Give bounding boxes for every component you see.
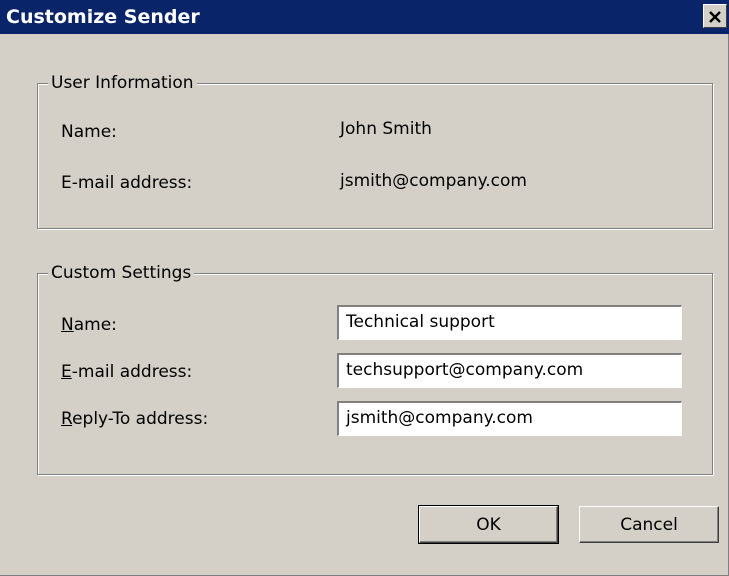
- ok-button[interactable]: OK: [418, 505, 559, 544]
- title-bar[interactable]: Customize Sender: [0, 0, 729, 34]
- custom-name-field[interactable]: Technical support: [337, 305, 682, 340]
- custom-email-mnemonic: E: [61, 362, 72, 382]
- user-name-value: John Smith: [340, 119, 432, 139]
- reply-to-label-rest: eply-To address:: [72, 409, 209, 429]
- user-information-legend: User Information: [48, 72, 197, 94]
- custom-settings-legend: Custom Settings: [48, 262, 195, 284]
- user-name-label: Name:: [61, 122, 117, 142]
- custom-name-label-rest: ame:: [73, 315, 117, 335]
- custom-email-field[interactable]: techsupport@company.com: [337, 353, 682, 388]
- user-email-value: jsmith@company.com: [340, 171, 527, 191]
- reply-to-label: Reply-To address:: [61, 407, 208, 431]
- user-information-group: User Information: [37, 72, 713, 229]
- custom-email-label-rest: -mail address:: [71, 362, 193, 382]
- close-icon: [708, 9, 722, 23]
- custom-name-label: Name:: [61, 313, 117, 337]
- reply-to-field[interactable]: jsmith@company.com: [337, 401, 682, 436]
- window-title: Customize Sender: [6, 6, 200, 28]
- close-button[interactable]: [703, 4, 727, 28]
- custom-name-mnemonic: N: [61, 315, 74, 335]
- cancel-button[interactable]: Cancel: [579, 506, 719, 543]
- reply-to-mnemonic: R: [61, 409, 73, 429]
- customize-sender-dialog: Customize Sender User Information Name: …: [0, 0, 729, 576]
- user-email-label: E-mail address:: [61, 173, 193, 193]
- custom-email-label: E-mail address:: [61, 360, 192, 384]
